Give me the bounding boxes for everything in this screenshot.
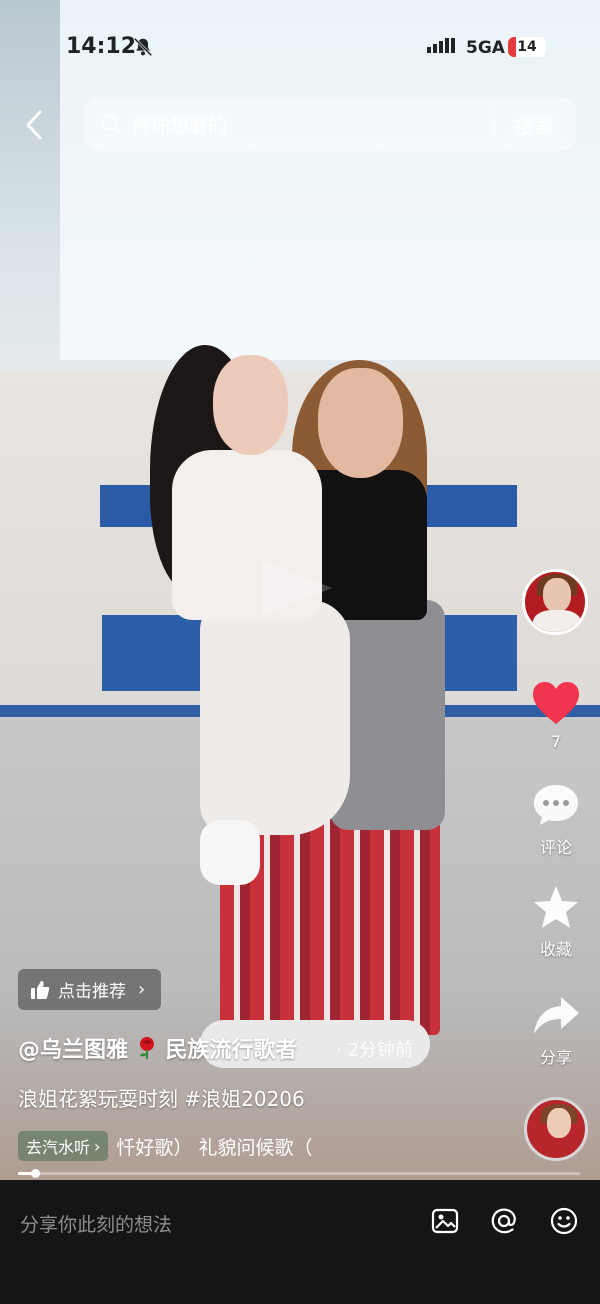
author-name[interactable]: @乌兰图雅 [18, 1038, 128, 1063]
at-icon[interactable] [489, 1206, 519, 1236]
video-progress-bar[interactable] [18, 1169, 580, 1178]
status-bar: 14:12 5GA 14 [0, 0, 600, 92]
battery-level: 14 [517, 39, 537, 55]
favorite-label: 收藏 [539, 940, 572, 959]
recommend-button[interactable]: 点击推荐 › [18, 969, 162, 1010]
car-listen-label: 去汽水听 [26, 1138, 91, 1157]
like-button[interactable]: 7 [524, 680, 588, 751]
back-icon[interactable] [20, 108, 50, 142]
progress-handle[interactable] [30, 1169, 40, 1178]
like-count: 7 [550, 732, 562, 751]
video-description[interactable]: 浪姐花絮玩耍时刻 #浪姐20206 [18, 1083, 305, 1112]
music-row[interactable]: 去汽水听 › 忏好歌） 礼貌问候歌（ [18, 1130, 498, 1162]
music-disc[interactable] [524, 1097, 588, 1161]
search-bar[interactable]: 搜你想看的 搜索 [84, 97, 576, 151]
chevron-right-icon: › [138, 979, 146, 1000]
comment-icon [534, 785, 578, 825]
play-overlay-icon [262, 560, 332, 616]
person-face [213, 355, 288, 455]
car-listen-chip[interactable]: 去汽水听 › [18, 1131, 109, 1161]
comment-label: 评论 [539, 838, 572, 857]
star-icon [534, 886, 578, 928]
avatar-face [543, 578, 571, 612]
signal-icon [427, 38, 455, 53]
author-avatar[interactable] [522, 569, 588, 635]
divider [494, 111, 495, 137]
chevron-right-icon: › [94, 1136, 101, 1156]
like-icon [533, 682, 579, 724]
search-button[interactable]: 搜索 [514, 110, 554, 139]
image-icon[interactable] [430, 1206, 460, 1236]
favorite-button[interactable]: 收藏 [524, 884, 588, 960]
share-button[interactable]: 分享 [524, 994, 588, 1068]
search-icon [101, 114, 121, 134]
comment-bar: 分享你此刻的想法 [0, 1180, 600, 1304]
rose-icon [139, 1037, 154, 1059]
battery-icon: 14 [508, 37, 546, 57]
thumb-icon [31, 980, 50, 999]
network-type: 5GA [466, 38, 505, 58]
white-pants [200, 600, 350, 835]
recommend-label: 点击推荐 [58, 982, 126, 1002]
share-icon [534, 997, 579, 1034]
share-label: 分享 [539, 1048, 572, 1067]
author-line[interactable]: @乌兰图雅 民族流行歌者 [18, 1032, 297, 1064]
post-time: · 2分钟前 [336, 1040, 413, 1061]
mute-bell-icon [133, 37, 153, 57]
disc-face [547, 1108, 571, 1138]
person-face [318, 368, 403, 478]
comment-input[interactable]: 分享你此刻的想法 [20, 1210, 172, 1237]
comment-button[interactable]: 评论 [524, 782, 588, 858]
white-shoe [200, 820, 260, 885]
status-time: 14:12 [66, 34, 137, 59]
song-title: 忏好歌） 礼貌问候歌（ [116, 1136, 313, 1159]
avatar-shirt [533, 610, 581, 632]
author-suffix: 民族流行歌者 [165, 1038, 298, 1063]
search-input[interactable]: 搜你想看的 [132, 111, 227, 138]
emoji-icon[interactable] [549, 1206, 579, 1236]
